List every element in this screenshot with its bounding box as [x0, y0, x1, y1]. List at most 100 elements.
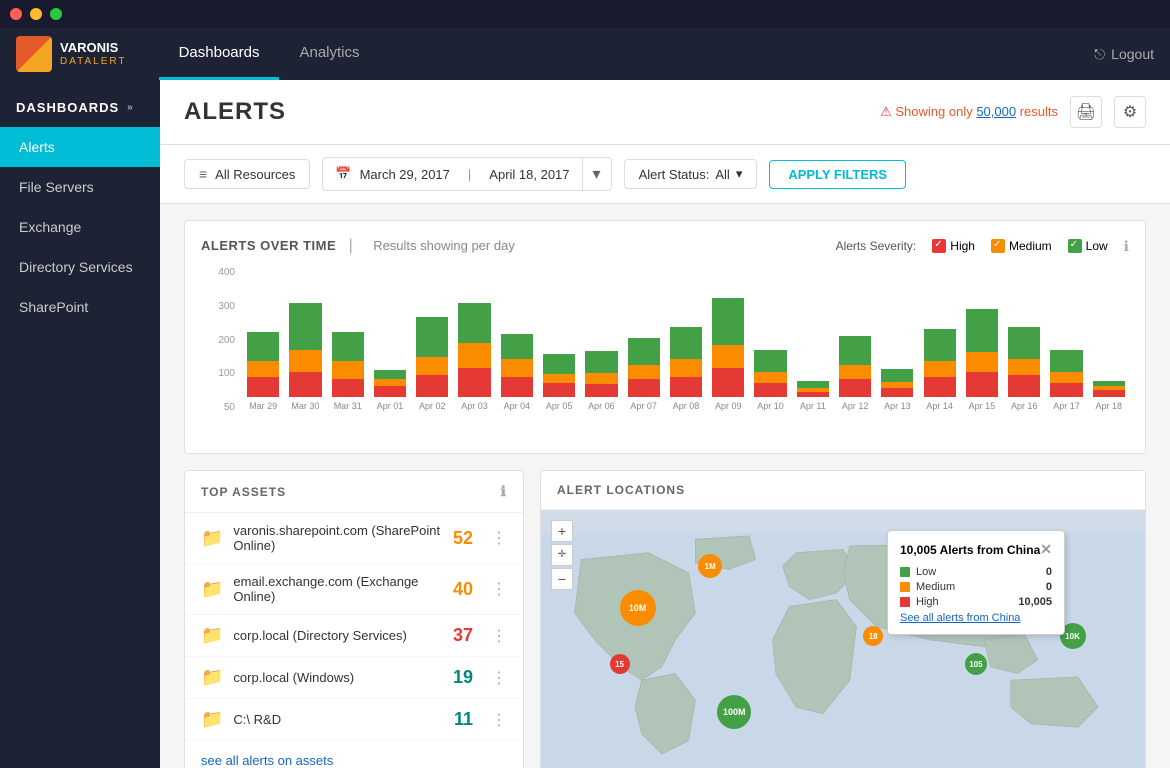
sidebar-item-exchange[interactable]: Exchange	[0, 207, 160, 247]
asset-count: 11	[454, 709, 473, 730]
bar-date-label: Apr 17	[1053, 401, 1080, 411]
bar-date-label: Mar 29	[249, 401, 277, 411]
y-axis-label: 50	[224, 402, 235, 413]
close-dot[interactable]	[10, 8, 22, 20]
asset-more-button[interactable]: ⋮	[491, 710, 507, 730]
print-button[interactable]: 🖨	[1070, 96, 1102, 128]
bar-segment-medium	[374, 379, 406, 386]
bar-stack	[966, 309, 998, 397]
see-all-china-link[interactable]: See all alerts from China	[900, 612, 1052, 624]
bar-stack	[670, 327, 702, 397]
bar-segment-high	[628, 379, 660, 397]
asset-more-button[interactable]: ⋮	[491, 528, 507, 548]
bar-stack	[881, 369, 913, 397]
bar-segment-medium	[585, 373, 617, 384]
apply-filters-button[interactable]: APPLY FILTERS	[769, 160, 906, 189]
bar-stack	[416, 317, 448, 397]
bar-segment-medium	[543, 374, 575, 383]
bar-segment-low	[501, 334, 533, 359]
settings-button[interactable]: ⚙	[1114, 96, 1146, 128]
low-checkbox[interactable]	[1068, 239, 1082, 253]
bar-segment-high	[1008, 375, 1040, 397]
bar-date-label: Apr 05	[546, 401, 573, 411]
bar-segment-low	[628, 338, 660, 365]
severity-label: Alerts Severity:	[836, 239, 917, 253]
sidebar-item-sharepoint[interactable]: SharePoint	[0, 287, 160, 327]
logout-icon: ⎋	[1094, 46, 1105, 63]
date-range-picker[interactable]: 📅 March 29, 2017 | April 18, 2017 ▾	[322, 157, 611, 191]
bottom-panels: TOP ASSETS ℹ 📁varonis.sharepoint.com (Sh…	[160, 454, 1170, 768]
zoom-in-button[interactable]: +	[551, 520, 573, 542]
minimize-dot[interactable]	[30, 8, 42, 20]
alert-status-button[interactable]: Alert Status: All ▾	[624, 159, 758, 189]
folder-icon: 📁	[201, 528, 223, 549]
pan-button[interactable]: ✛	[551, 544, 573, 566]
sidebar: DASHBOARDS » Alerts File Servers Exchang…	[0, 80, 160, 768]
map-bubble[interactable]: 105	[965, 653, 987, 675]
sidebar-item-file-servers[interactable]: File Servers	[0, 167, 160, 207]
sidebar-item-alerts[interactable]: Alerts	[0, 127, 160, 167]
see-all-assets-link[interactable]: see all alerts on assets	[185, 741, 523, 768]
bar-segment-low	[247, 332, 279, 361]
bar-group: Apr 01	[370, 267, 410, 411]
assets-info-icon[interactable]: ℹ	[501, 483, 507, 500]
map-bubble[interactable]: 18	[863, 626, 883, 646]
date-dropdown-button[interactable]: ▾	[582, 158, 611, 190]
asset-more-button[interactable]: ⋮	[491, 579, 507, 599]
sidebar-item-label: Alerts	[19, 139, 55, 155]
bar-group: Apr 05	[539, 267, 579, 411]
nav-dashboards[interactable]: Dashboards	[159, 28, 280, 80]
y-axis-label: 100	[218, 368, 235, 379]
legend-medium[interactable]: Medium	[991, 239, 1052, 253]
bar-segment-medium	[1050, 372, 1082, 383]
bar-stack	[247, 332, 279, 397]
bar-segment-low	[416, 317, 448, 357]
tooltip-close-button[interactable]: ✕	[1040, 541, 1052, 558]
bar-stack	[543, 354, 575, 397]
logout-button[interactable]: ⎋ Logout	[1094, 46, 1154, 63]
bar-stack	[585, 351, 617, 397]
assets-list: 📁varonis.sharepoint.com (SharePoint Onli…	[185, 513, 523, 741]
asset-name: corp.local (Directory Services)	[233, 628, 443, 643]
bar-group: Apr 12	[835, 267, 875, 411]
sidebar-item-directory-services[interactable]: Directory Services	[0, 247, 160, 287]
maximize-dot[interactable]	[50, 8, 62, 20]
bar-segment-medium	[966, 352, 998, 372]
bar-segment-high	[1093, 390, 1125, 397]
bar-date-label: Apr 14	[926, 401, 953, 411]
bar-date-label: Apr 03	[461, 401, 488, 411]
nav-analytics[interactable]: Analytics	[279, 28, 379, 80]
map-bubble[interactable]: 15	[610, 654, 630, 674]
legend-high[interactable]: High	[932, 239, 975, 253]
bar-segment-high	[839, 379, 871, 397]
folder-icon: 📁	[201, 709, 223, 730]
asset-row: 📁corp.local (Windows)19⋮	[185, 657, 523, 699]
chart-info-icon[interactable]: ℹ	[1124, 238, 1129, 255]
date-start-field[interactable]: 📅 March 29, 2017	[323, 160, 462, 188]
bar-date-label: Apr 16	[1011, 401, 1038, 411]
bar-date-label: Mar 30	[291, 401, 319, 411]
asset-more-button[interactable]: ⋮	[491, 668, 507, 688]
chevron-right-icon: »	[127, 102, 134, 113]
all-resources-button[interactable]: ≡ All Resources	[184, 159, 310, 189]
bar-segment-low	[881, 369, 913, 382]
layers-icon: ≡	[199, 166, 207, 182]
bar-segment-high	[797, 392, 829, 397]
asset-more-button[interactable]: ⋮	[491, 626, 507, 646]
bar-date-label: Apr 13	[884, 401, 911, 411]
tooltip-row-medium: Medium 0	[900, 581, 1052, 593]
sidebar-item-label: SharePoint	[19, 299, 88, 315]
legend-low[interactable]: Low	[1068, 239, 1108, 253]
map-bubble[interactable]: 1M	[698, 554, 722, 578]
map-bubble[interactable]: 100M	[717, 695, 751, 729]
date-end-field[interactable]: April 18, 2017	[477, 161, 581, 188]
medium-checkbox[interactable]	[991, 239, 1005, 253]
bar-segment-medium	[628, 365, 660, 379]
bar-segment-high	[585, 384, 617, 397]
bar-group: Mar 30	[285, 267, 325, 411]
bar-segment-high	[881, 388, 913, 397]
zoom-out-button[interactable]: −	[551, 568, 573, 590]
map-bubble[interactable]: 10M	[620, 590, 656, 626]
bar-group: Apr 16	[1004, 267, 1044, 411]
high-checkbox[interactable]	[932, 239, 946, 253]
